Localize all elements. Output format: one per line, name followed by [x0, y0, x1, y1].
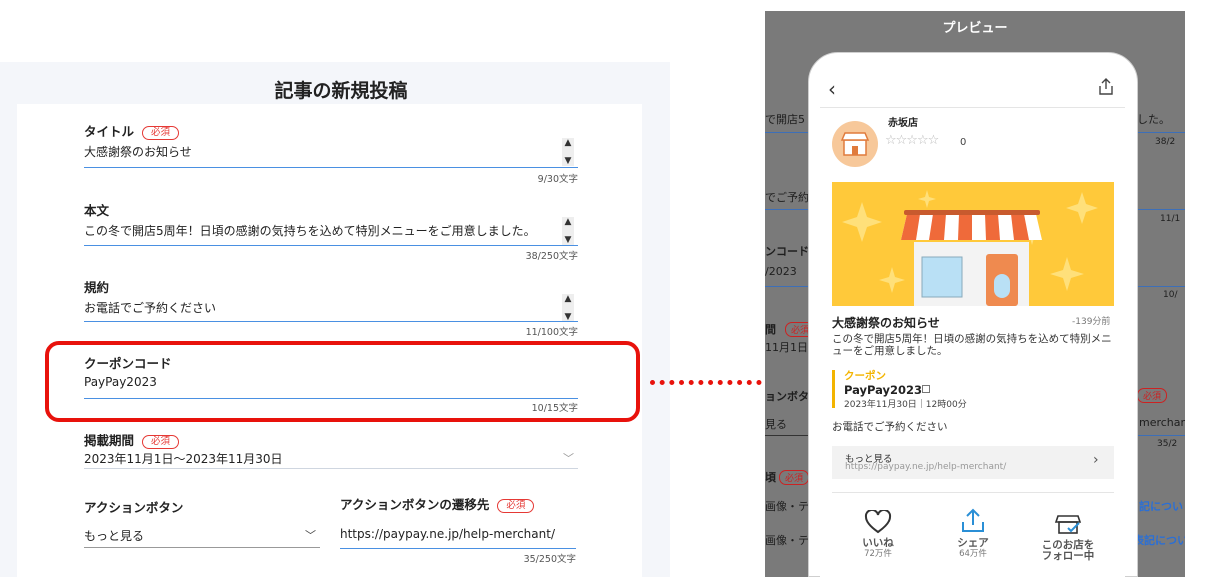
bg-line — [765, 435, 810, 436]
page-title: 記事の新規投稿 — [274, 80, 408, 102]
bg-text: 間 — [765, 323, 776, 336]
coupon-label: クーポン — [844, 370, 886, 382]
bg-required-badge: 必須 — [1137, 388, 1168, 403]
bg-line — [765, 209, 810, 210]
terms-char-count: 11/100文字 — [525, 327, 578, 338]
action-url-field[interactable]: アクションボタンの遷移先 必須 https://paypay.ne.jp/help… — [340, 494, 576, 565]
coupon-highlight-box — [45, 341, 640, 422]
more-url: https://paypay.ne.jp/help-merchant/ — [845, 462, 1007, 472]
bg-text: 頃 — [765, 471, 776, 484]
bg-required-badge: 必須 — [779, 470, 810, 485]
field-underline — [84, 167, 578, 168]
body-input[interactable]: この冬で開店5周年！日頃の感謝の気持ちを込めて特別メニューをご用意しました。 — [84, 222, 536, 239]
follow-label-2: フォロー中 — [1041, 550, 1095, 562]
action-button-field[interactable]: アクションボタン もっと見る ﹀ — [84, 497, 320, 551]
coupon-accent-bar — [832, 370, 835, 408]
share-label: シェア — [957, 537, 989, 549]
bg-text: 11月1日 — [765, 341, 808, 354]
bg-text: ンコード — [765, 245, 809, 258]
action-url-label: アクションボタンの遷移先 必須 — [340, 494, 535, 513]
bg-text: で開店5 — [765, 113, 805, 126]
bg-text: 11/1 — [1160, 214, 1181, 224]
bg-text: でご予約 — [765, 191, 809, 204]
required-badge: 必須 — [142, 435, 180, 449]
share-icon[interactable] — [1098, 78, 1114, 96]
spinner-arrows-icon[interactable]: ▲ ▼ — [562, 217, 574, 245]
required-badge: 必須 — [142, 126, 180, 140]
period-field[interactable]: 掲載期間 必須 2023年11月1日～2023年11月30日 ﹀ — [84, 430, 578, 474]
field-underline — [84, 245, 578, 246]
bg-text: 見る — [765, 418, 787, 431]
bg-line — [1137, 132, 1185, 133]
bg-text: 35/2 — [1157, 439, 1178, 449]
back-icon[interactable]: ‹ — [828, 77, 836, 101]
share-icon — [962, 508, 984, 532]
post-time: -139分前 — [1072, 317, 1111, 327]
title-label: タイトル 必須 — [84, 121, 180, 140]
body-char-count: 38/250文字 — [525, 251, 578, 262]
bg-text: 表記につい — [1133, 534, 1185, 547]
bg-line — [1137, 209, 1185, 210]
title-char-count: 9/30文字 — [537, 174, 578, 185]
bg-text: した。 — [1137, 113, 1170, 126]
shop-name: 赤坂店 — [888, 118, 918, 129]
chevron-down-icon[interactable]: ﹀ — [563, 450, 574, 466]
bg-line — [1137, 435, 1185, 436]
bg-text: 10/ — [1163, 290, 1178, 300]
like-button[interactable]: いいね 72万件 — [838, 508, 918, 559]
action-url-input[interactable]: https://paypay.ne.jp/help-merchant/ — [340, 527, 555, 541]
share-count: 64万件 — [959, 549, 987, 559]
store-follow-icon — [1054, 515, 1082, 534]
follow-button[interactable]: このお店を フォロー中 — [1028, 510, 1108, 562]
period-select[interactable]: 2023年11月1日～2023年11月30日 — [84, 450, 283, 467]
body-label: 本文 — [84, 203, 110, 218]
field-underline — [84, 321, 578, 322]
actions-divider — [832, 492, 1114, 493]
terms-input[interactable]: お電話でご予約ください — [84, 299, 216, 316]
bg-text: ョンボタ — [765, 390, 809, 403]
action-url-char-count: 35/250文字 — [523, 554, 576, 565]
title-input[interactable]: 大感謝祭のお知らせ — [84, 143, 192, 160]
body-field[interactable]: 本文 この冬で開店5周年！日頃の感謝の気持ちを込めて特別メニューをご用意しました… — [84, 200, 578, 264]
terms-field[interactable]: 規約 お電話でご予約ください ▲ ▼ 11/100文字 — [84, 277, 578, 341]
title-field[interactable]: タイトル 必須 大感謝祭のお知らせ ▲ ▼ 9/30文字 — [84, 121, 578, 185]
copy-icon[interactable] — [922, 385, 930, 393]
share-button[interactable]: シェア 64万件 — [933, 508, 1013, 559]
coupon-code: PayPay2023 — [844, 383, 923, 397]
bg-line — [1137, 286, 1185, 287]
bg-text: 画像・テ — [765, 500, 809, 513]
spinner-arrows-icon[interactable]: ▲ ▼ — [562, 294, 574, 322]
bg-line — [765, 132, 810, 133]
field-underline — [84, 468, 578, 469]
spinner-arrows-icon[interactable]: ▲ ▼ — [562, 138, 574, 166]
header-divider — [820, 107, 1125, 108]
terms-label: 規約 — [84, 280, 110, 295]
action-button-select[interactable]: もっと見る — [84, 527, 144, 544]
preview-title: プレビュー — [942, 21, 1008, 36]
action-button-label: アクションボタン — [84, 500, 184, 515]
bg-text: 画像・テ — [765, 534, 809, 547]
post-title: 大感謝祭のお知らせ — [832, 316, 940, 330]
field-underline — [84, 547, 320, 548]
shop-avatar-icon[interactable] — [832, 121, 878, 167]
chevron-right-icon: › — [1093, 452, 1099, 468]
bg-text: 記につい — [1139, 500, 1183, 513]
required-badge: 必須 — [497, 499, 535, 513]
bg-text: 38/2 — [1155, 137, 1176, 147]
post-body: この冬で開店5周年！日頃の感謝の気持ちを込めて特別メニューをご用意しました。 — [832, 333, 1112, 357]
coupon-date: 2023年11月30日｜12時00分 — [844, 400, 967, 410]
terms-text: お電話でご予約ください — [832, 421, 948, 433]
star-icon: ☆☆☆☆☆ — [885, 133, 939, 148]
bg-text: merchant — [1139, 416, 1185, 429]
period-label: 掲載期間 必須 — [84, 430, 180, 449]
heart-icon — [864, 508, 892, 534]
bg-text: /2023 — [765, 265, 797, 278]
like-label: いいね — [862, 537, 894, 549]
field-underline — [340, 548, 576, 549]
like-count: 72万件 — [864, 549, 892, 559]
chevron-down-icon[interactable]: ﹀ — [305, 527, 316, 543]
rating-count: 0 — [960, 137, 967, 148]
bg-line — [765, 286, 810, 287]
post-banner-image — [832, 182, 1114, 306]
